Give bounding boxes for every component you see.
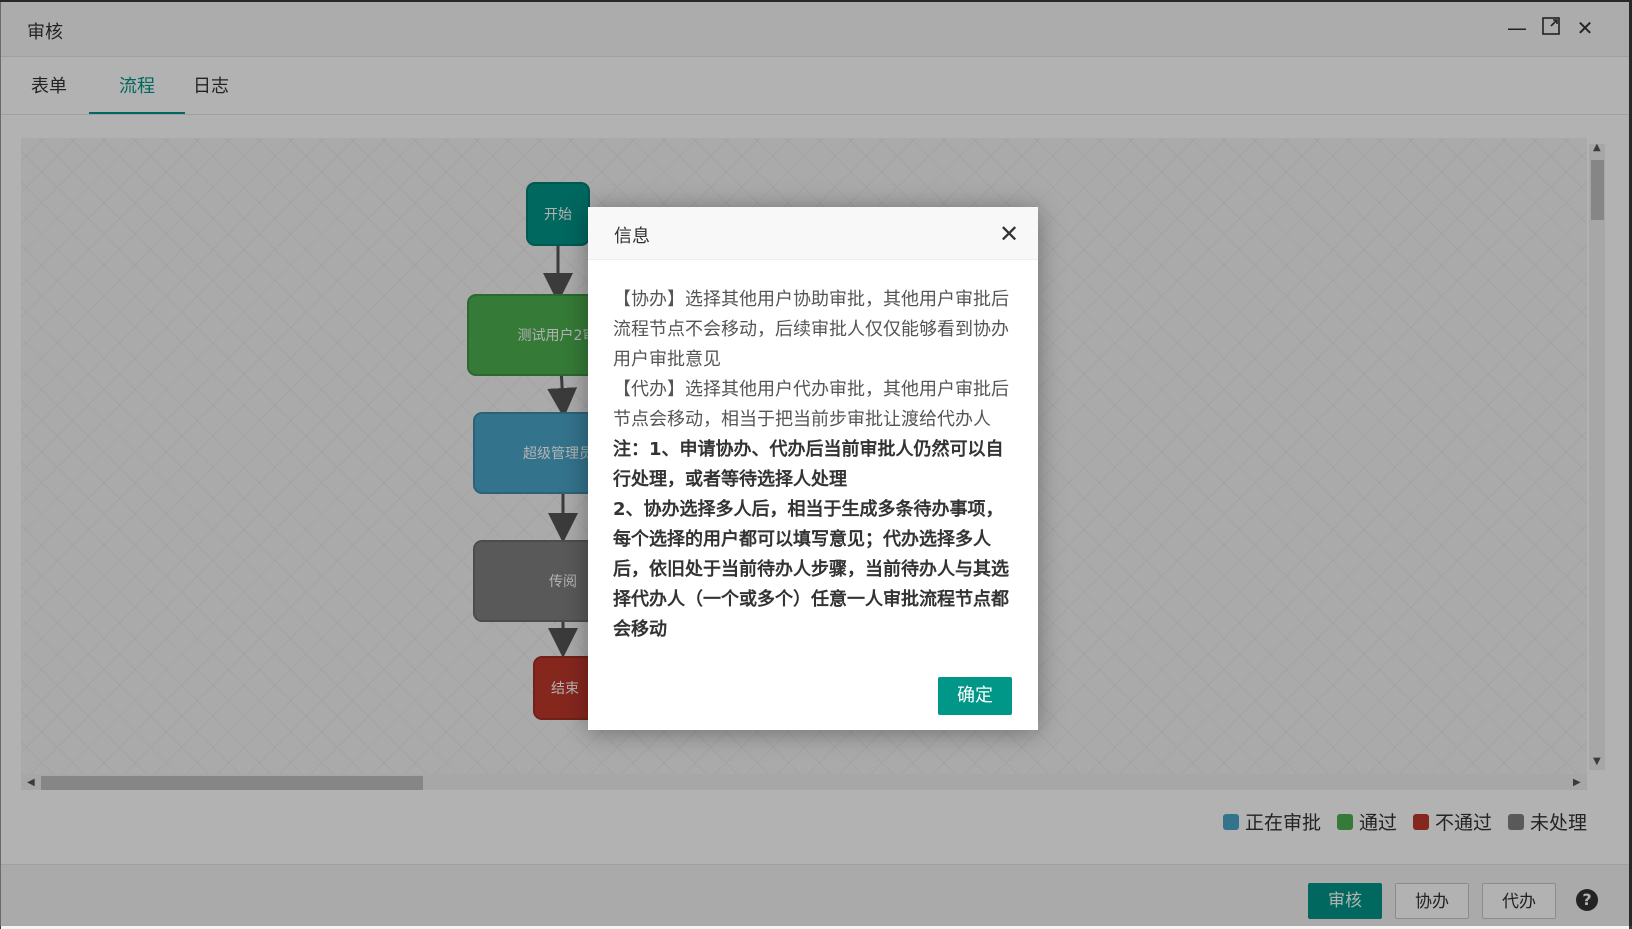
dialog-paragraph-delegate: 【代办】选择其他用户代办审批，其他用户审批后节点会移动，相当于把当前步审批让渡给… [613, 379, 1009, 430]
close-icon[interactable]: ✕ [996, 221, 1022, 247]
dialog-note-2: 2、协办选择多人后，相当于生成多条待办事项，每个选择的用户都可以填写意见；代办选… [613, 499, 1009, 640]
dialog-header: 信息 ✕ [588, 207, 1038, 260]
info-dialog: 信息 ✕ 【协办】选择其他用户协助审批，其他用户审批后流程节点不会移动，后续审批… [588, 207, 1038, 730]
dialog-paragraph-assist: 【协办】选择其他用户协助审批，其他用户审批后流程节点不会移动，后续审批人仅仅能够… [613, 289, 1009, 370]
dialog-title: 信息 [614, 226, 650, 247]
confirm-button[interactable]: 确定 [938, 677, 1012, 715]
dialog-body: 【协办】选择其他用户协助审批，其他用户审批后流程节点不会移动，后续审批人仅仅能够… [613, 285, 1015, 645]
dialog-note-1: 注：1、申请协办、代办后当前审批人仍然可以自行处理，或者等待选择人处理 [613, 439, 1004, 490]
